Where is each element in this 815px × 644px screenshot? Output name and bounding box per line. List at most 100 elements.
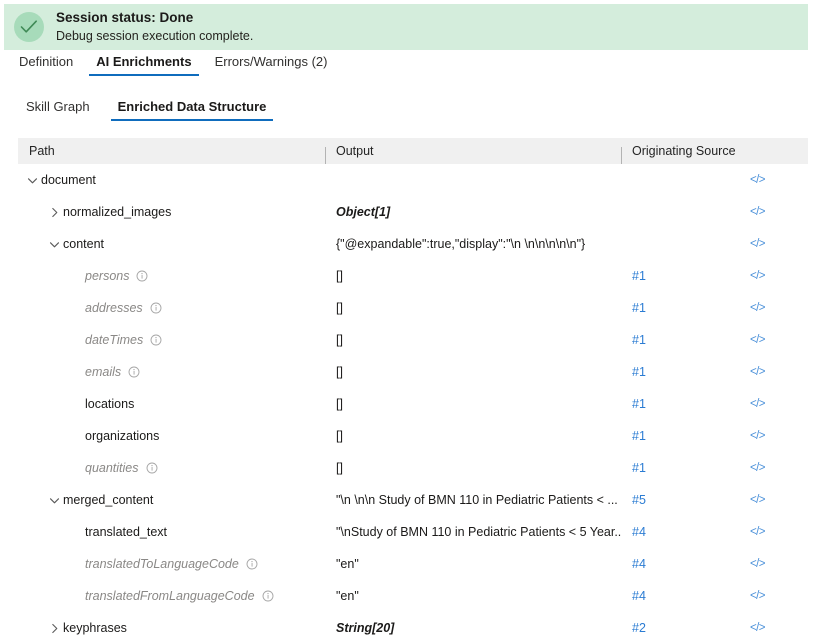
code-icon[interactable]: </> [750, 270, 765, 282]
code-icon[interactable]: </> [750, 334, 765, 346]
originating-source-link[interactable]: #1 [632, 461, 646, 475]
cell-originating-source: #2 [621, 621, 741, 635]
cell-originating-source: #5 [621, 493, 741, 507]
info-icon[interactable] [128, 366, 140, 378]
code-icon[interactable]: </> [750, 238, 765, 250]
info-icon[interactable] [136, 270, 148, 282]
code-icon[interactable]: </> [750, 462, 765, 474]
chevron-down-icon[interactable] [45, 239, 63, 250]
cell-code: </> [741, 238, 808, 250]
table-row[interactable]: translated_text "\nStudy of BMN 110 in Pe… [18, 516, 808, 548]
cell-path: persons [18, 269, 325, 283]
code-icon[interactable]: </> [750, 206, 765, 218]
primary-tab-bar: Definition AI Enrichments Errors/Warning… [0, 54, 815, 84]
code-icon[interactable]: </> [750, 302, 765, 314]
cell-output: "en" [336, 557, 359, 571]
path-label: dateTimes [85, 333, 144, 347]
table-row[interactable]: dateTimes [] #1 </> [18, 324, 808, 356]
cell-originating-source: #1 [621, 461, 741, 475]
table-row[interactable]: translatedFromLanguageCode "en" #4 </> [18, 580, 808, 612]
path-label: translatedFromLanguageCode [85, 589, 255, 603]
chevron-down-icon[interactable] [23, 175, 41, 186]
banner-text: Session status: Done Debug session execu… [56, 9, 253, 44]
cell-path: emails [18, 365, 325, 379]
path-label: quantities [85, 461, 139, 475]
code-icon[interactable]: </> [750, 430, 765, 442]
table-row[interactable]: persons [] #1 </> [18, 260, 808, 292]
cell-code: </> [741, 526, 808, 538]
table-row[interactable]: locations [] #1 </> [18, 388, 808, 420]
chevron-down-icon[interactable] [45, 495, 63, 506]
info-icon[interactable] [262, 590, 274, 602]
cell-output: "en" [336, 589, 359, 603]
originating-source-link[interactable]: #1 [632, 269, 646, 283]
tab-definition[interactable]: Definition [11, 54, 81, 76]
originating-source-link[interactable]: #1 [632, 397, 646, 411]
info-icon[interactable] [150, 302, 162, 314]
code-icon[interactable]: </> [750, 526, 765, 538]
code-icon[interactable]: </> [750, 494, 765, 506]
cell-code: </> [741, 206, 808, 218]
originating-source-link[interactable]: #1 [632, 333, 646, 347]
tab-enriched-data-structure[interactable]: Enriched Data Structure [110, 99, 275, 121]
code-icon[interactable]: </> [750, 398, 765, 410]
code-icon[interactable]: </> [750, 174, 765, 186]
originating-source-link[interactable]: #1 [632, 429, 646, 443]
path-label: normalized_images [63, 205, 172, 219]
code-icon[interactable]: </> [750, 558, 765, 570]
chevron-right-icon[interactable] [45, 207, 63, 218]
cell-output: "\nStudy of BMN 110 in Pediatric Patient… [336, 525, 621, 539]
tab-ai-enrichments[interactable]: AI Enrichments [88, 54, 199, 76]
originating-source-link[interactable]: #4 [632, 589, 646, 603]
table-row[interactable]: merged_content "\n \n\n Study of BMN 110 … [18, 484, 808, 516]
cell-output: [] [336, 461, 343, 475]
originating-source-link[interactable]: #2 [632, 621, 646, 635]
cell-code: </> [741, 494, 808, 506]
table-row[interactable]: normalized_images Object[1] </> [18, 196, 808, 228]
tab-skill-graph[interactable]: Skill Graph [18, 99, 98, 121]
table-row[interactable]: addresses [] #1 </> [18, 292, 808, 324]
code-icon[interactable]: </> [750, 366, 765, 378]
cell-path: translatedToLanguageCode [18, 557, 325, 571]
originating-source-link[interactable]: #5 [632, 493, 646, 507]
path-label: persons [85, 269, 130, 283]
originating-source-link[interactable]: #4 [632, 557, 646, 571]
cell-originating-source: #1 [621, 365, 741, 379]
table-row[interactable]: document </> [18, 164, 808, 196]
table-row[interactable]: organizations [] #1 </> [18, 420, 808, 452]
cell-path: locations [18, 397, 325, 411]
info-icon[interactable] [150, 334, 162, 346]
cell-path: normalized_images [18, 205, 325, 219]
table-row[interactable]: quantities [] #1 </> [18, 452, 808, 484]
originating-source-link[interactable]: #1 [632, 365, 646, 379]
table-row[interactable]: keyphrases String[20] #2 </> [18, 612, 808, 644]
cell-path: document [18, 173, 325, 187]
path-label: document [41, 173, 96, 187]
code-icon[interactable]: </> [750, 622, 765, 634]
cell-path: dateTimes [18, 333, 325, 347]
enriched-data-table: Path Output Originating Source document <… [18, 138, 808, 644]
cell-code: </> [741, 366, 808, 378]
cell-path: translatedFromLanguageCode [18, 589, 325, 603]
cell-code: </> [741, 622, 808, 634]
check-circle-icon [14, 12, 44, 42]
cell-originating-source: #1 [621, 269, 741, 283]
secondary-tab-bar: Skill Graph Enriched Data Structure [0, 99, 815, 129]
cell-output: [] [336, 429, 343, 443]
cell-originating-source: #4 [621, 589, 741, 603]
originating-source-link[interactable]: #4 [632, 525, 646, 539]
info-icon[interactable] [246, 558, 258, 570]
tab-errors-warnings[interactable]: Errors/Warnings (2) [207, 54, 336, 76]
cell-code: </> [741, 302, 808, 314]
table-row[interactable]: emails [] #1 </> [18, 356, 808, 388]
cell-code: </> [741, 590, 808, 602]
info-icon[interactable] [146, 462, 158, 474]
cell-code: </> [741, 462, 808, 474]
cell-path: organizations [18, 429, 325, 443]
table-row[interactable]: translatedToLanguageCode "en" #4 </> [18, 548, 808, 580]
originating-source-link[interactable]: #1 [632, 301, 646, 315]
table-row[interactable]: content {"@expandable":true,"display":"\n… [18, 228, 808, 260]
path-label: translatedToLanguageCode [85, 557, 239, 571]
code-icon[interactable]: </> [750, 590, 765, 602]
chevron-right-icon[interactable] [45, 623, 63, 634]
